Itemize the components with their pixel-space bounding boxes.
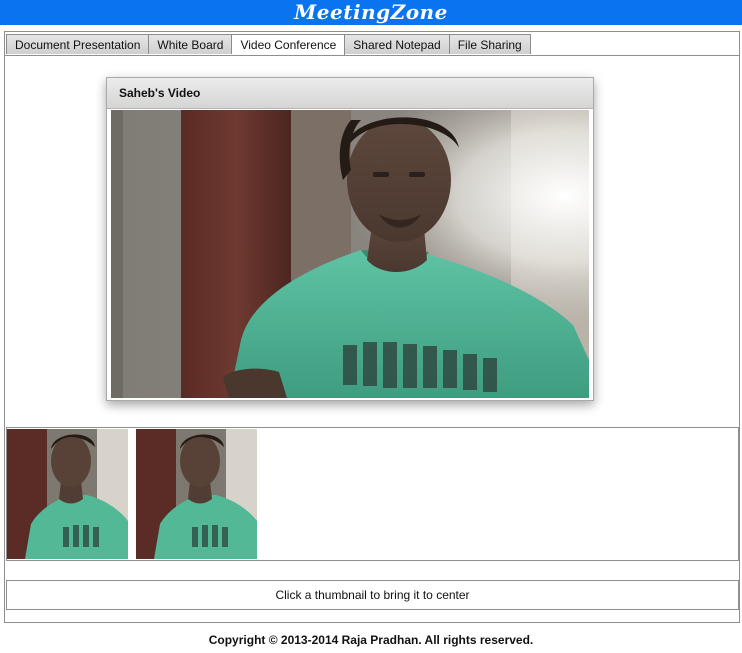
tab-document-presentation[interactable]: Document Presentation <box>6 34 150 54</box>
tab-video-conference[interactable]: Video Conference <box>232 34 346 56</box>
tab-file-sharing[interactable]: File Sharing <box>449 34 531 54</box>
thumbnail-video-1[interactable] <box>7 429 128 559</box>
main-video-feed[interactable] <box>111 110 589 398</box>
thumbnail-video-2[interactable] <box>136 429 257 559</box>
meeting-frame: Document Presentation White Board Video … <box>4 31 740 623</box>
video-panel-title: Saheb's Video <box>107 78 593 109</box>
app-title: MeetingZone <box>294 0 448 24</box>
footer-copyright: Copyright © 2013-2014 Raja Pradhan. All … <box>208 633 534 647</box>
app-header: MeetingZone <box>0 0 742 25</box>
thumbnail-strip <box>6 427 739 561</box>
tab-white-board[interactable]: White Board <box>149 34 233 54</box>
tab-divider <box>5 55 739 56</box>
thumbnail-hint: Click a thumbnail to bring it to center <box>6 580 739 610</box>
tab-bar: Document Presentation White Board Video … <box>6 34 531 56</box>
main-video-panel: Saheb's Video <box>106 77 594 401</box>
tab-shared-notepad[interactable]: Shared Notepad <box>345 34 450 54</box>
